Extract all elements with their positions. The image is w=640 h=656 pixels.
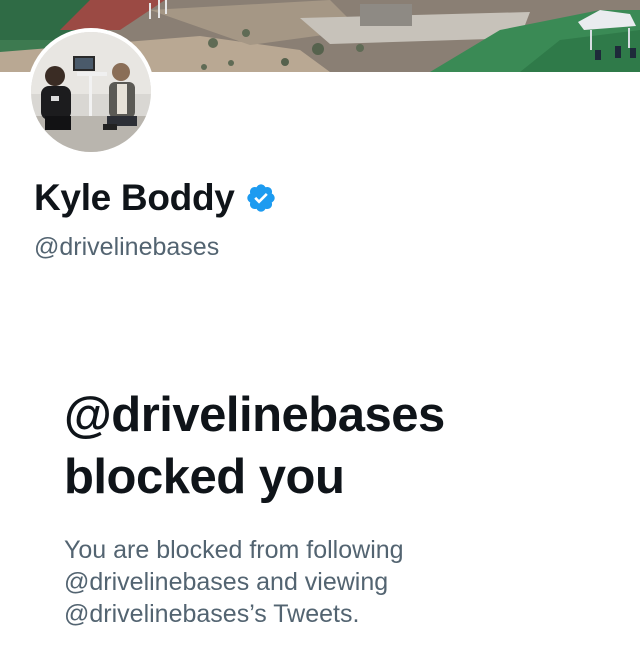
blocked-title-line: @drivelinebases xyxy=(64,388,445,442)
blocked-description: You are blocked from following @drivelin… xyxy=(64,534,604,630)
blocked-description-line: You are blocked from following xyxy=(64,536,404,564)
display-name: Kyle Boddy xyxy=(34,177,235,218)
avatar-image xyxy=(31,32,151,152)
blocked-title: @drivelinebases blocked you xyxy=(64,384,624,508)
blocked-description-line: @drivelinebases’s Tweets. xyxy=(64,600,360,628)
profile-name-row: Kyle Boddy xyxy=(34,176,277,220)
avatar[interactable] xyxy=(27,28,155,156)
blocked-title-line: blocked you xyxy=(64,450,345,504)
profile-page: Kyle Boddy @drivelinebases @drivelinebas… xyxy=(0,0,640,656)
blocked-description-line: @drivelinebases and viewing xyxy=(64,568,389,596)
profile-handle: @drivelinebases xyxy=(34,233,220,261)
verified-badge-icon[interactable] xyxy=(245,182,277,214)
